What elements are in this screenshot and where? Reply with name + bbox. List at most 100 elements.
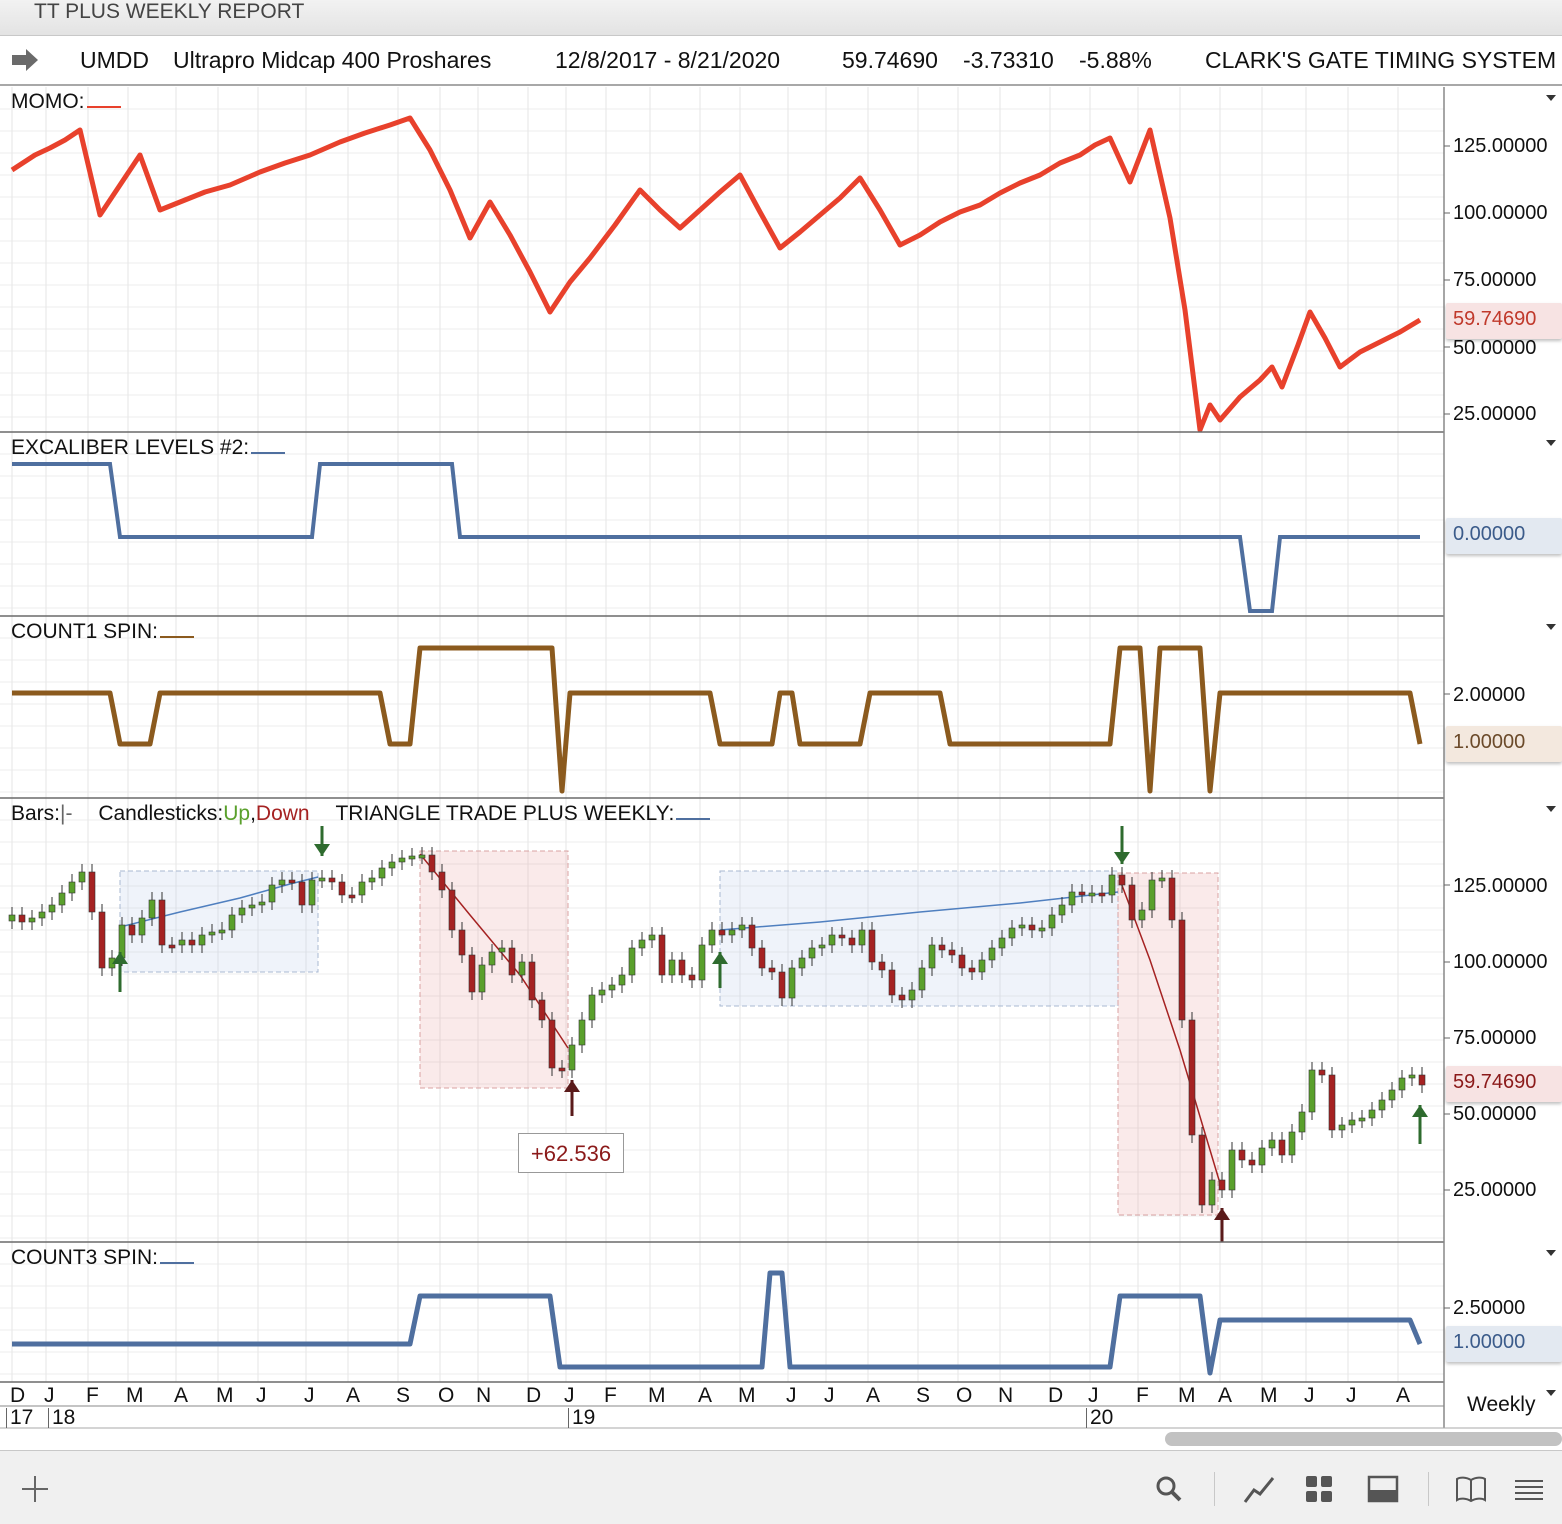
- candle-down: [158, 899, 166, 946]
- year-divider: [1086, 1408, 1087, 1428]
- count1-label[interactable]: COUNT1 SPIN:: [11, 620, 195, 644]
- candle-up: [1048, 914, 1056, 929]
- candle-down: [438, 871, 446, 891]
- horizontal-scrollbar[interactable]: [1165, 1432, 1562, 1446]
- frequency-caret-icon[interactable]: [1546, 1390, 1556, 1396]
- candle-down: [658, 934, 666, 976]
- momo-axis-75: 75.00000: [1453, 269, 1537, 291]
- momo-last-tag: 59.74690: [1446, 303, 1562, 339]
- price-menu-caret-icon[interactable]: [1546, 806, 1556, 812]
- candle-up: [258, 901, 266, 906]
- year-label: 20: [1090, 1406, 1114, 1429]
- candle-up: [1138, 909, 1146, 921]
- toolbar-separator: [1214, 1472, 1215, 1506]
- excaliber-menu-caret-icon[interactable]: [1546, 440, 1556, 446]
- month-label: M: [648, 1384, 666, 1407]
- candle-down: [898, 994, 906, 1001]
- month-label: D: [526, 1384, 542, 1407]
- candle-down: [1078, 891, 1086, 896]
- year-divider: [6, 1408, 7, 1428]
- plus-icon[interactable]: [18, 1472, 52, 1506]
- month-label: F: [1136, 1384, 1149, 1407]
- chart-window: { "window": { "title": "TT PLUS WEEKLY R…: [0, 0, 1562, 1524]
- candle-down: [878, 961, 886, 971]
- candle-up: [728, 929, 736, 936]
- candle-up: [238, 907, 246, 916]
- momo-axis-50: 50.00000: [1453, 337, 1537, 359]
- candle-up: [408, 855, 416, 860]
- excaliber-label[interactable]: EXCALIBER LEVELS #2:: [11, 436, 286, 460]
- candle-down: [838, 934, 846, 939]
- candle-down: [718, 929, 726, 936]
- count3-menu-caret-icon[interactable]: [1546, 1250, 1556, 1256]
- candle-up: [1088, 892, 1096, 897]
- candle-down: [1238, 1149, 1246, 1161]
- candle-down: [338, 881, 346, 896]
- price-axis-100: 100.00000: [1453, 951, 1548, 973]
- month-label: A: [698, 1384, 713, 1407]
- candle-down: [758, 947, 766, 969]
- month-label: J: [824, 1384, 835, 1407]
- candle-up: [1388, 1089, 1396, 1101]
- month-label: O: [438, 1384, 455, 1407]
- candle-up: [1068, 891, 1076, 906]
- search-icon[interactable]: [1152, 1472, 1186, 1506]
- candle-up: [988, 947, 996, 961]
- candle-down: [1328, 1074, 1336, 1131]
- candle-down: [548, 1019, 556, 1069]
- candle-down: [428, 854, 436, 873]
- price-label[interactable]: Bars:|- Candlesticks:Up,Down TRIANGLE TR…: [11, 802, 711, 826]
- count1-menu-caret-icon[interactable]: [1546, 624, 1556, 630]
- toolbar-separator: [1428, 1472, 1429, 1506]
- candle-up: [998, 937, 1006, 949]
- candle-down: [528, 961, 536, 1001]
- draw-trend-icon[interactable]: [1242, 1472, 1276, 1506]
- candle-up: [918, 967, 926, 991]
- candle-up: [738, 924, 746, 931]
- candle-up: [78, 871, 86, 883]
- month-label: F: [604, 1384, 617, 1407]
- candle-up: [698, 944, 706, 981]
- candle-down: [538, 999, 546, 1021]
- panel-icon[interactable]: [1366, 1472, 1400, 1506]
- candle-up: [568, 1044, 576, 1071]
- candle-down: [128, 924, 136, 936]
- candle-up: [1338, 1124, 1346, 1131]
- grid-layout-icon[interactable]: [1302, 1472, 1336, 1506]
- year-label: 19: [572, 1406, 596, 1429]
- momo-label[interactable]: MOMO:: [11, 90, 121, 114]
- candle-up: [418, 854, 426, 859]
- chart-canvas[interactable]: [0, 0, 1562, 1450]
- month-label: A: [866, 1384, 881, 1407]
- year-divider: [48, 1408, 49, 1428]
- month-label: J: [256, 1384, 267, 1407]
- frequency-selector[interactable]: Weekly: [1467, 1393, 1535, 1417]
- candle-down: [98, 911, 106, 969]
- book-icon[interactable]: [1454, 1472, 1488, 1506]
- candle-down: [1318, 1069, 1326, 1076]
- candle-up: [318, 877, 326, 882]
- candle-up: [828, 934, 836, 946]
- momo-menu-caret-icon[interactable]: [1546, 95, 1556, 101]
- candle-up: [1008, 927, 1016, 939]
- candle-up: [1358, 1117, 1366, 1122]
- signal-down-arrow: [1114, 852, 1130, 864]
- candle-up: [908, 989, 916, 1001]
- candle-up: [278, 879, 286, 886]
- month-label: J: [786, 1384, 797, 1407]
- candle-up: [478, 964, 486, 993]
- candle-down: [298, 881, 306, 906]
- momo-line: [10, 115, 1422, 433]
- month-label: F: [86, 1384, 99, 1407]
- candle-up: [368, 877, 376, 883]
- count3-label[interactable]: COUNT3 SPIN:: [11, 1246, 195, 1270]
- menu-icon[interactable]: [1512, 1472, 1546, 1506]
- candle-down: [168, 944, 176, 949]
- candle-up: [518, 961, 526, 976]
- signal-up-arrow: [1412, 1105, 1428, 1117]
- candle-down: [1028, 924, 1036, 931]
- candle-up: [378, 867, 386, 879]
- candle-down: [458, 929, 466, 956]
- price-axis-50: 50.00000: [1453, 1103, 1537, 1125]
- candle-up: [648, 934, 656, 941]
